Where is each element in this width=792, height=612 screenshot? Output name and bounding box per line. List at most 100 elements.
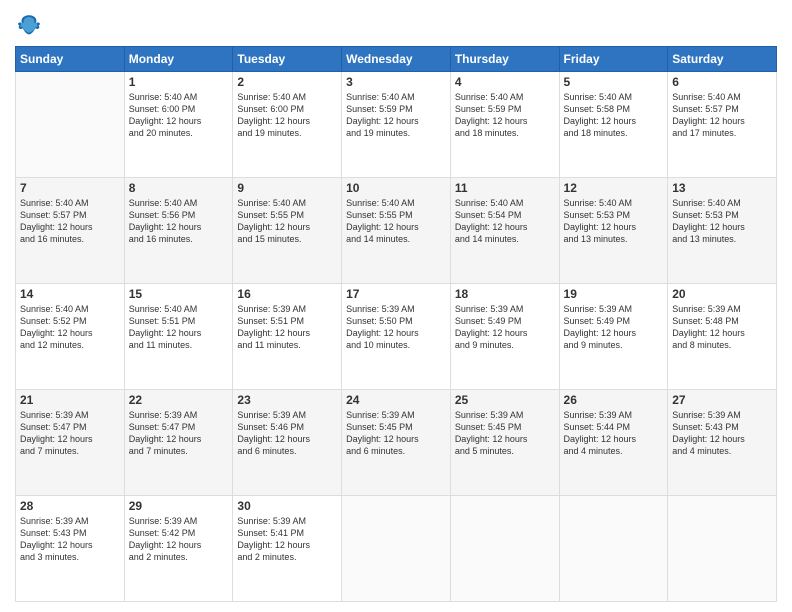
calendar-cell: 21 Sunrise: 5:39 AM Sunset: 5:47 PM Dayli… (16, 390, 125, 496)
day-number: 1 (129, 75, 229, 89)
day-number: 18 (455, 287, 555, 301)
calendar-cell: 2 Sunrise: 5:40 AM Sunset: 6:00 PM Daylig… (233, 72, 342, 178)
calendar-cell: 26 Sunrise: 5:39 AM Sunset: 5:44 PM Dayli… (559, 390, 668, 496)
cell-info: Sunrise: 5:40 AM Sunset: 5:53 PM Dayligh… (564, 197, 664, 246)
cell-info: Sunrise: 5:39 AM Sunset: 5:47 PM Dayligh… (129, 409, 229, 458)
cell-info: Sunrise: 5:40 AM Sunset: 5:52 PM Dayligh… (20, 303, 120, 352)
cell-info: Sunrise: 5:40 AM Sunset: 6:00 PM Dayligh… (237, 91, 337, 140)
cell-info: Sunrise: 5:40 AM Sunset: 5:57 PM Dayligh… (20, 197, 120, 246)
cell-info: Sunrise: 5:39 AM Sunset: 5:44 PM Dayligh… (564, 409, 664, 458)
calendar-cell: 20 Sunrise: 5:39 AM Sunset: 5:48 PM Dayli… (668, 284, 777, 390)
cell-info: Sunrise: 5:39 AM Sunset: 5:50 PM Dayligh… (346, 303, 446, 352)
cell-info: Sunrise: 5:39 AM Sunset: 5:43 PM Dayligh… (672, 409, 772, 458)
day-number: 4 (455, 75, 555, 89)
calendar-cell: 13Sunrise: 5:40 AM Sunset: 5:53 PM Dayli… (668, 178, 777, 284)
day-number: 8 (129, 181, 229, 195)
calendar-cell: 15 Sunrise: 5:40 AM Sunset: 5:51 PM Dayli… (124, 284, 233, 390)
calendar-cell: 17 Sunrise: 5:39 AM Sunset: 5:50 PM Dayli… (342, 284, 451, 390)
day-header: Tuesday (233, 47, 342, 72)
cell-info: Sunrise: 5:40 AM Sunset: 5:55 PM Dayligh… (346, 197, 446, 246)
day-number: 21 (20, 393, 120, 407)
calendar-cell: 16Sunrise: 5:39 AM Sunset: 5:51 PM Dayli… (233, 284, 342, 390)
day-number: 14 (20, 287, 120, 301)
day-number: 23 (237, 393, 337, 407)
cell-info: Sunrise: 5:40 AM Sunset: 5:54 PM Dayligh… (455, 197, 555, 246)
calendar-week-row: 28 Sunrise: 5:39 AM Sunset: 5:43 PM Dayli… (16, 496, 777, 602)
calendar-cell: 6Sunrise: 5:40 AM Sunset: 5:57 PM Daylig… (668, 72, 777, 178)
cell-info: Sunrise: 5:39 AM Sunset: 5:48 PM Dayligh… (672, 303, 772, 352)
day-number: 17 (346, 287, 446, 301)
logo (15, 10, 47, 38)
calendar-cell (16, 72, 125, 178)
calendar-cell: 5 Sunrise: 5:40 AM Sunset: 5:58 PM Daylig… (559, 72, 668, 178)
cell-info: Sunrise: 5:40 AM Sunset: 5:56 PM Dayligh… (129, 197, 229, 246)
calendar-cell (559, 496, 668, 602)
calendar-cell: 1 Sunrise: 5:40 AM Sunset: 6:00 PM Daylig… (124, 72, 233, 178)
calendar-cell (342, 496, 451, 602)
day-number: 10 (346, 181, 446, 195)
calendar-cell: 10 Sunrise: 5:40 AM Sunset: 5:55 PM Dayli… (342, 178, 451, 284)
day-number: 6 (672, 75, 772, 89)
day-number: 2 (237, 75, 337, 89)
calendar-header-row: SundayMondayTuesdayWednesdayThursdayFrid… (16, 47, 777, 72)
day-header: Friday (559, 47, 668, 72)
cell-info: Sunrise: 5:39 AM Sunset: 5:47 PM Dayligh… (20, 409, 120, 458)
calendar-cell: 29 Sunrise: 5:39 AM Sunset: 5:42 PM Dayli… (124, 496, 233, 602)
cell-info: Sunrise: 5:40 AM Sunset: 5:59 PM Dayligh… (455, 91, 555, 140)
calendar-cell: 3 Sunrise: 5:40 AM Sunset: 5:59 PM Daylig… (342, 72, 451, 178)
cell-info: Sunrise: 5:40 AM Sunset: 5:51 PM Dayligh… (129, 303, 229, 352)
cell-info: Sunrise: 5:39 AM Sunset: 5:49 PM Dayligh… (455, 303, 555, 352)
calendar-cell: 8 Sunrise: 5:40 AM Sunset: 5:56 PM Daylig… (124, 178, 233, 284)
cell-info: Sunrise: 5:40 AM Sunset: 5:59 PM Dayligh… (346, 91, 446, 140)
day-number: 3 (346, 75, 446, 89)
logo-icon (15, 10, 43, 38)
calendar-cell: 28 Sunrise: 5:39 AM Sunset: 5:43 PM Dayli… (16, 496, 125, 602)
day-number: 12 (564, 181, 664, 195)
cell-info: Sunrise: 5:39 AM Sunset: 5:43 PM Dayligh… (20, 515, 120, 564)
cell-info: Sunrise: 5:39 AM Sunset: 5:45 PM Dayligh… (346, 409, 446, 458)
day-header: Thursday (450, 47, 559, 72)
calendar-cell: 4 Sunrise: 5:40 AM Sunset: 5:59 PM Daylig… (450, 72, 559, 178)
day-header: Wednesday (342, 47, 451, 72)
calendar-cell: 22 Sunrise: 5:39 AM Sunset: 5:47 PM Dayli… (124, 390, 233, 496)
calendar-cell (668, 496, 777, 602)
calendar-week-row: 14 Sunrise: 5:40 AM Sunset: 5:52 PM Dayli… (16, 284, 777, 390)
calendar-cell: 11 Sunrise: 5:40 AM Sunset: 5:54 PM Dayli… (450, 178, 559, 284)
calendar-cell: 14 Sunrise: 5:40 AM Sunset: 5:52 PM Dayli… (16, 284, 125, 390)
cell-info: Sunrise: 5:39 AM Sunset: 5:45 PM Dayligh… (455, 409, 555, 458)
day-number: 22 (129, 393, 229, 407)
cell-info: Sunrise: 5:39 AM Sunset: 5:51 PM Dayligh… (237, 303, 337, 352)
day-header: Sunday (16, 47, 125, 72)
day-number: 25 (455, 393, 555, 407)
cell-info: Sunrise: 5:40 AM Sunset: 6:00 PM Dayligh… (129, 91, 229, 140)
cell-info: Sunrise: 5:39 AM Sunset: 5:49 PM Dayligh… (564, 303, 664, 352)
calendar-cell: 25 Sunrise: 5:39 AM Sunset: 5:45 PM Dayli… (450, 390, 559, 496)
cell-info: Sunrise: 5:40 AM Sunset: 5:55 PM Dayligh… (237, 197, 337, 246)
day-number: 11 (455, 181, 555, 195)
calendar-cell: 27Sunrise: 5:39 AM Sunset: 5:43 PM Dayli… (668, 390, 777, 496)
calendar-cell: 30 Sunrise: 5:39 AM Sunset: 5:41 PM Dayli… (233, 496, 342, 602)
day-number: 24 (346, 393, 446, 407)
day-number: 9 (237, 181, 337, 195)
page: SundayMondayTuesdayWednesdayThursdayFrid… (0, 0, 792, 612)
day-number: 13 (672, 181, 772, 195)
day-number: 28 (20, 499, 120, 513)
calendar-table: SundayMondayTuesdayWednesdayThursdayFrid… (15, 46, 777, 602)
cell-info: Sunrise: 5:39 AM Sunset: 5:42 PM Dayligh… (129, 515, 229, 564)
cell-info: Sunrise: 5:39 AM Sunset: 5:41 PM Dayligh… (237, 515, 337, 564)
day-number: 15 (129, 287, 229, 301)
day-number: 30 (237, 499, 337, 513)
day-number: 20 (672, 287, 772, 301)
day-number: 19 (564, 287, 664, 301)
calendar-cell (450, 496, 559, 602)
calendar-cell: 9 Sunrise: 5:40 AM Sunset: 5:55 PM Daylig… (233, 178, 342, 284)
cell-info: Sunrise: 5:40 AM Sunset: 5:58 PM Dayligh… (564, 91, 664, 140)
day-number: 29 (129, 499, 229, 513)
day-number: 26 (564, 393, 664, 407)
day-header: Monday (124, 47, 233, 72)
calendar-cell: 12 Sunrise: 5:40 AM Sunset: 5:53 PM Dayli… (559, 178, 668, 284)
day-header: Saturday (668, 47, 777, 72)
header (15, 10, 777, 38)
day-number: 5 (564, 75, 664, 89)
calendar-cell: 18 Sunrise: 5:39 AM Sunset: 5:49 PM Dayli… (450, 284, 559, 390)
